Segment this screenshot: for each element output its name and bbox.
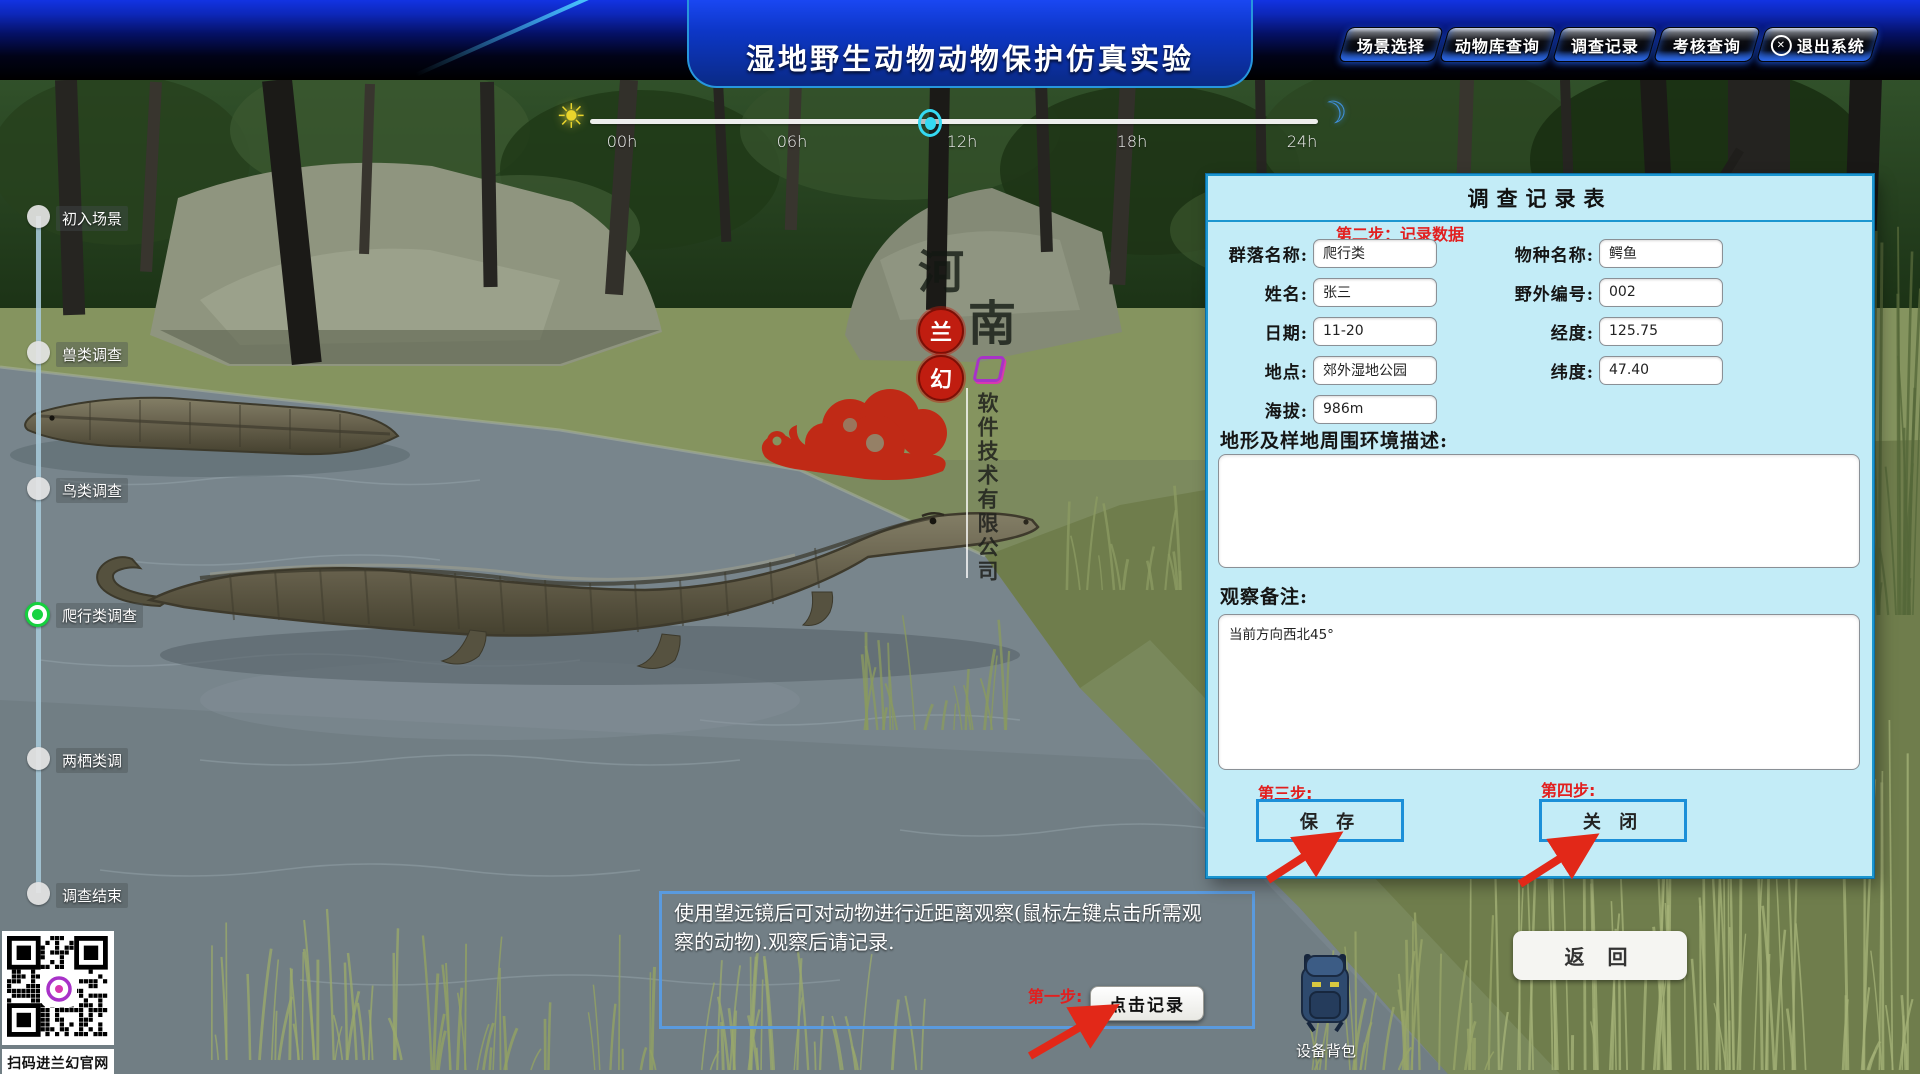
field-label: 物种名称:	[1506, 241, 1594, 266]
watermark-char-nan: 南	[968, 284, 1016, 354]
longitude-input[interactable]: 125.75	[1599, 317, 1723, 346]
field-longitude: 经度: 125.75	[1506, 316, 1723, 346]
step-node-mammal-survey[interactable]	[27, 341, 50, 364]
watermark-company-text: 软件技术有限公司	[972, 392, 1002, 592]
name-input[interactable]: 张三	[1313, 278, 1437, 307]
instruction-text: 使用望远镜后可对动物进行近距离观察(鼠标左键点击所需观察的动物).观察后请记录.	[674, 899, 1214, 957]
nav-animal-library-button[interactable]: 动物库查询	[1439, 27, 1557, 62]
altitude-input[interactable]: 986m	[1313, 395, 1437, 424]
save-button[interactable]: 保 存	[1256, 799, 1404, 842]
nav-label: 动物库查询	[1455, 33, 1540, 57]
step-node-enter-scene[interactable]	[27, 205, 50, 228]
sun-icon: ☀	[556, 100, 586, 134]
nav-survey-record-button[interactable]: 调查记录	[1552, 27, 1658, 62]
terrain-description-label: 地形及样地周围环境描述:	[1220, 426, 1448, 453]
field-name: 姓名: 张三	[1220, 277, 1437, 307]
field-label: 海拔:	[1220, 397, 1308, 422]
time-marker[interactable]	[918, 109, 942, 137]
nav-scene-select-button[interactable]: 场景选择	[1338, 27, 1444, 62]
location-input[interactable]: 郊外湿地公园	[1313, 356, 1437, 385]
field-label: 日期:	[1220, 319, 1308, 344]
seal-lan-text: 兰	[930, 315, 952, 347]
field-label: 姓名:	[1220, 280, 1308, 305]
hour-label-06: 06h	[777, 132, 808, 151]
back-button[interactable]: 返 回	[1513, 931, 1687, 980]
field-latitude: 纬度: 47.40	[1506, 355, 1723, 385]
step-label-survey-end[interactable]: 调查结束	[56, 883, 128, 908]
step-label-reptile-survey[interactable]: 爬行类调查	[56, 603, 143, 628]
step4-hint: 第四步:	[1541, 777, 1595, 801]
step-label-amphibian-survey[interactable]: 两栖类调	[56, 748, 128, 773]
wetland-simulation-app: 河 南 兰 幻 软件技术有限公司 湿地野生动物动物保护仿真实验 场景选择 动物库…	[0, 0, 1920, 1074]
circle-x-icon: ✕	[1771, 34, 1792, 55]
field-species-name: 物种名称: 鳄鱼	[1506, 238, 1723, 268]
time-track[interactable]	[590, 119, 1318, 124]
lanhuan-logo-icon	[972, 356, 1006, 382]
watermark-char-he: 河	[918, 236, 964, 302]
close-button[interactable]: 关 闭	[1539, 799, 1687, 842]
species-name-input[interactable]: 鳄鱼	[1599, 239, 1723, 268]
panel-title: 调查记录表	[1208, 176, 1872, 222]
nav-exit-button[interactable]: ✕ 退出系统	[1756, 27, 1880, 62]
latitude-input[interactable]: 47.40	[1599, 356, 1723, 385]
terrain-description-textarea[interactable]	[1218, 454, 1860, 568]
community-name-input[interactable]: 爬行类	[1313, 239, 1437, 268]
field-label: 经度:	[1506, 319, 1594, 344]
title-panel: 湿地野生动物动物保护仿真实验	[687, 0, 1253, 88]
qr-code-image	[2, 931, 114, 1045]
field-field-number: 野外编号: 002	[1506, 277, 1723, 307]
step-label-mammal-survey[interactable]: 兽类调查	[56, 342, 128, 367]
qr-code-block: 扫码进兰幻官网	[2, 931, 114, 1074]
field-date: 日期: 11-20	[1220, 316, 1437, 346]
app-title: 湿地野生动物动物保护仿真实验	[746, 36, 1194, 78]
step1-hint: 第一步:	[1028, 983, 1082, 1007]
step-label-bird-survey[interactable]: 鸟类调查	[56, 478, 128, 503]
field-location: 地点: 郊外湿地公园	[1220, 355, 1437, 385]
hour-label-12: 12h	[947, 132, 978, 151]
step-label-enter-scene[interactable]: 初入场景	[56, 206, 128, 231]
hour-label-00: 00h	[607, 132, 638, 151]
nav-label: 退出系统	[1797, 33, 1865, 57]
field-label: 地点:	[1220, 358, 1308, 383]
nav-label: 考核查询	[1673, 33, 1741, 57]
step-node-reptile-survey-active[interactable]	[25, 602, 50, 627]
hour-label-24: 24h	[1287, 132, 1318, 151]
backpack-icon[interactable]	[1294, 948, 1356, 1036]
nav-label: 场景选择	[1357, 33, 1425, 57]
progress-rail	[36, 216, 41, 893]
field-altitude: 海拔: 986m	[1220, 394, 1437, 424]
backpack-label: 设备背包	[1286, 1040, 1366, 1061]
step-node-bird-survey[interactable]	[27, 477, 50, 500]
hour-label-18: 18h	[1117, 132, 1148, 151]
field-label: 野外编号:	[1506, 280, 1594, 305]
observation-notes-textarea[interactable]: 当前方向西北45°	[1218, 614, 1860, 770]
survey-record-panel: 调查记录表 第二步：记录数据 群落名称: 爬行类 物种名称: 鳄鱼 姓名: 张三…	[1206, 174, 1874, 878]
field-number-input[interactable]: 002	[1599, 278, 1723, 307]
record-button[interactable]: 点击记录	[1090, 986, 1204, 1021]
step-node-survey-end[interactable]	[27, 882, 50, 905]
qr-caption: 扫码进兰幻官网	[2, 1049, 114, 1074]
field-label: 群落名称:	[1220, 241, 1308, 266]
step-node-amphibian-survey[interactable]	[27, 747, 50, 770]
red-cloud-watermark	[755, 385, 975, 495]
field-community-name: 群落名称: 爬行类	[1220, 238, 1437, 268]
seal-lan: 兰	[918, 308, 964, 354]
observation-notes-label: 观察备注:	[1220, 582, 1308, 609]
field-label: 纬度:	[1506, 358, 1594, 383]
nav-label: 调查记录	[1571, 33, 1639, 57]
nav-assessment-button[interactable]: 考核查询	[1653, 27, 1761, 62]
date-input[interactable]: 11-20	[1313, 317, 1437, 346]
